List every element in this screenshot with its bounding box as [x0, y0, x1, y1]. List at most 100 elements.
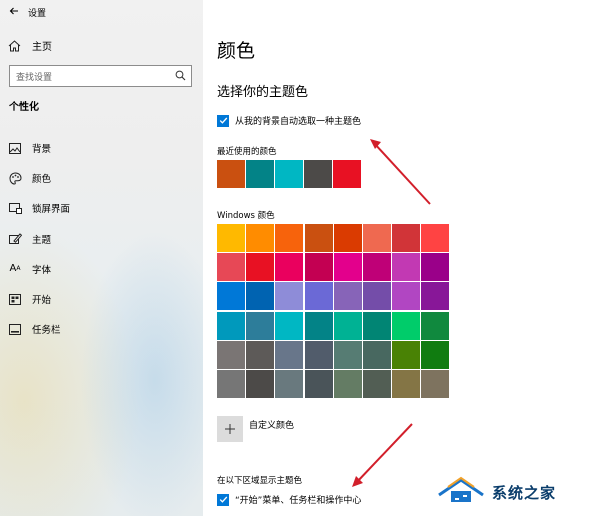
window-title: 设置 [28, 8, 47, 19]
recent-color-swatch[interactable] [304, 160, 332, 188]
color-swatch[interactable] [275, 340, 304, 369]
search-icon[interactable] [175, 70, 186, 84]
color-swatch[interactable] [217, 369, 245, 398]
color-swatch[interactable] [217, 282, 245, 311]
custom-color-label[interactable]: 自定义颜色 [249, 418, 294, 431]
color-swatch[interactable] [217, 253, 245, 282]
sidebar-item-label: 主题 [32, 234, 52, 246]
color-swatch[interactable] [392, 340, 421, 369]
color-swatch[interactable] [304, 369, 333, 398]
sidebar-item-themes[interactable]: 主题 [0, 224, 203, 254]
color-swatch[interactable] [421, 369, 450, 398]
color-swatch[interactable] [362, 224, 391, 252]
sidebar-item-label: 开始 [32, 295, 52, 307]
recent-color-swatch[interactable] [246, 160, 274, 188]
recent-colors [217, 160, 361, 188]
recent-colors-label: 最近使用的颜色 [217, 147, 277, 157]
recent-color-swatch[interactable] [275, 160, 303, 188]
image-icon [8, 141, 22, 155]
theme-icon [8, 232, 22, 246]
sidebar-item-home[interactable]: 主页 [8, 38, 52, 53]
plus-icon [225, 424, 235, 434]
sidebar-item-label: 主页 [32, 42, 52, 53]
color-swatch[interactable] [275, 369, 304, 398]
search-input[interactable]: 查找设置 [9, 65, 192, 87]
lock-screen-icon [8, 201, 22, 215]
color-swatch[interactable] [333, 311, 362, 340]
search-placeholder: 查找设置 [16, 72, 53, 83]
checkbox-label: 从我的背景自动选取一种主题色 [235, 117, 362, 127]
show-accent-on-label: 在以下区域显示主题色 [217, 476, 303, 486]
color-swatch[interactable] [392, 224, 421, 252]
color-swatch[interactable] [421, 282, 450, 311]
sidebar-item-lock-screen[interactable]: 锁屏界面 [0, 193, 203, 223]
checkmark-icon [217, 114, 229, 127]
color-swatch[interactable] [217, 311, 245, 340]
color-swatch[interactable] [275, 224, 304, 252]
color-swatch[interactable] [333, 340, 362, 369]
sidebar-nav: 背景 颜色 锁屏界面 主题 AA 字体 开始 任务栏 [0, 133, 203, 344]
color-swatch[interactable] [275, 311, 304, 340]
page-title: 颜色 [217, 40, 256, 62]
custom-color-button[interactable] [217, 416, 243, 442]
recent-color-swatch[interactable] [333, 160, 361, 188]
color-swatch[interactable] [304, 253, 333, 282]
color-swatch[interactable] [246, 224, 275, 252]
sidebar-item-background[interactable]: 背景 [0, 133, 203, 163]
sidebar-item-label: 字体 [32, 264, 52, 276]
color-swatch[interactable] [421, 311, 450, 340]
windows-colors-label: Windows 颜色 [217, 211, 275, 221]
color-swatch[interactable] [246, 253, 275, 282]
color-swatch[interactable] [333, 369, 362, 398]
color-swatch[interactable] [333, 224, 362, 252]
watermark: 系统之家 [436, 474, 596, 510]
color-swatch[interactable] [362, 253, 391, 282]
back-arrow-icon[interactable] [0, 5, 28, 19]
color-swatch[interactable] [246, 369, 275, 398]
color-swatch[interactable] [304, 311, 333, 340]
color-swatch[interactable] [275, 253, 304, 282]
watermark-text: 系统之家 [492, 483, 557, 502]
taskbar-icon [8, 322, 22, 336]
sidebar-item-label: 颜色 [32, 174, 52, 186]
color-swatch[interactable] [333, 253, 362, 282]
color-swatch[interactable] [392, 311, 421, 340]
home-icon [8, 39, 22, 52]
color-swatch[interactable] [392, 253, 421, 282]
color-swatch[interactable] [392, 369, 421, 398]
color-swatch[interactable] [362, 340, 391, 369]
sidebar-item-label: 锁屏界面 [32, 204, 71, 216]
color-swatch[interactable] [333, 282, 362, 311]
main-panel: 颜色 选择你的主题色 从我的背景自动选取一种主题色 最近使用的颜色 Window… [203, 0, 600, 516]
color-swatch[interactable] [246, 311, 275, 340]
sidebar-item-colors[interactable]: 颜色 [0, 163, 203, 193]
color-swatch[interactable] [275, 282, 304, 311]
color-swatch[interactable] [304, 224, 333, 252]
color-swatch[interactable] [421, 224, 450, 252]
sidebar: 设置 主页 查找设置 个性化 背景 颜色 锁屏界面 主题 A A 字体 开始 任… [0, 0, 203, 516]
color-swatch[interactable] [304, 282, 333, 311]
sidebar-item-taskbar[interactable]: 任务栏 [0, 314, 203, 344]
color-swatch[interactable] [362, 369, 391, 398]
color-swatch[interactable] [392, 282, 421, 311]
section-heading: 个性化 [9, 102, 39, 113]
color-swatch[interactable] [421, 253, 450, 282]
start-taskbar-checkbox[interactable]: “开始”菜单、任务栏和操作中心 [217, 493, 361, 506]
color-swatch[interactable] [217, 224, 245, 252]
color-swatch[interactable] [246, 282, 275, 311]
checkbox-label: “开始”菜单、任务栏和操作中心 [235, 496, 362, 506]
font-icon: AA [9, 263, 21, 275]
color-swatch[interactable] [362, 282, 391, 311]
sidebar-item-fonts[interactable]: AA 字体 [0, 254, 203, 284]
auto-pick-accent-checkbox[interactable]: 从我的背景自动选取一种主题色 [217, 114, 361, 127]
color-swatch[interactable] [304, 340, 333, 369]
start-icon [8, 292, 22, 306]
section-subtitle: 选择你的主题色 [217, 85, 309, 100]
palette-icon [8, 171, 22, 185]
color-swatch[interactable] [362, 311, 391, 340]
recent-color-swatch[interactable] [217, 160, 245, 188]
color-swatch[interactable] [421, 340, 450, 369]
color-swatch[interactable] [246, 340, 275, 369]
sidebar-item-start[interactable]: 开始 [0, 284, 203, 314]
color-swatch[interactable] [217, 340, 245, 369]
